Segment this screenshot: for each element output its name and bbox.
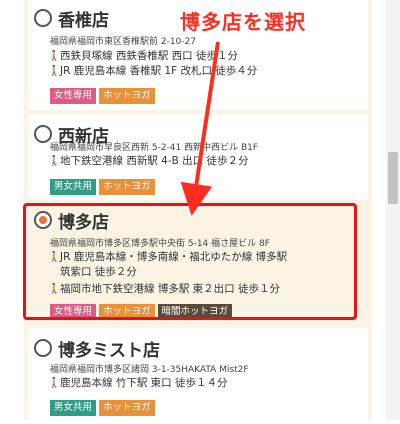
store-route: 🚶鹿児島本線 竹下駅 東口 徒歩１４分 <box>48 377 228 389</box>
walking-person-icon: 🚶 <box>48 51 61 62</box>
store-header: 香椎店 <box>34 6 109 31</box>
walking-person-icon: 🚶 <box>48 378 61 389</box>
scrollbar-track[interactable] <box>386 0 400 420</box>
store-address: 福岡県福岡市博多区諸岡 3-1-35HAKATA Mist2F <box>50 365 249 375</box>
store-route: 🚶西鉄貝塚線 西鉄香椎駅 西口 徒歩１分 <box>48 50 239 62</box>
store-address: 福岡県福岡市早良区西新 5-2-41 西新中西ビル B1F <box>50 143 259 153</box>
tag-hot-yoga: ホットヨガ <box>99 179 155 195</box>
tag-women-only: 女性専用 <box>50 88 97 104</box>
store-tags: 女性専用 ホットヨガ <box>50 88 155 104</box>
tag-unisex: 男女共用 <box>50 179 97 195</box>
store-address: 福岡県福岡市東区香椎駅前 2-10-27 <box>50 37 196 47</box>
store-route: 🚶JR 鹿児島本線 香椎駅 1F 改札口 徒歩４分 <box>48 65 258 77</box>
store-card-hakata-mist[interactable]: 博多ミスト店 福岡県福岡市博多区諸岡 3-1-35HAKATA Mist2F 🚶… <box>28 328 368 424</box>
selection-highlight-box <box>23 203 357 320</box>
walking-person-icon: 🚶 <box>48 66 61 77</box>
store-radio-kashii[interactable] <box>34 9 52 27</box>
annotation-label: 博多店を選択 <box>180 10 306 34</box>
store-route: 🚶地下鉄空港線 西新駅 4-B 出口 徒歩２分 <box>48 155 249 167</box>
store-radio-hakata-mist[interactable] <box>34 339 52 357</box>
scrollbar-thumb[interactable] <box>388 152 398 204</box>
store-card-nishijin[interactable]: 西新店 福岡県福岡市早良区西新 5-2-41 西新中西ビル B1F 🚶地下鉄空港… <box>28 114 368 200</box>
store-tags: 男女共用 ホットヨガ <box>50 400 155 416</box>
store-name: 博多ミスト店 <box>58 340 160 361</box>
tag-hot-yoga: ホットヨガ <box>99 88 155 104</box>
walking-person-icon: 🚶 <box>48 156 61 167</box>
tag-hot-yoga: ホットヨガ <box>99 400 155 416</box>
tag-unisex: 男女共用 <box>50 400 97 416</box>
store-header: 博多ミスト店 <box>34 336 160 361</box>
store-name: 香椎店 <box>58 10 109 31</box>
store-tags: 男女共用 ホットヨガ <box>50 179 155 195</box>
